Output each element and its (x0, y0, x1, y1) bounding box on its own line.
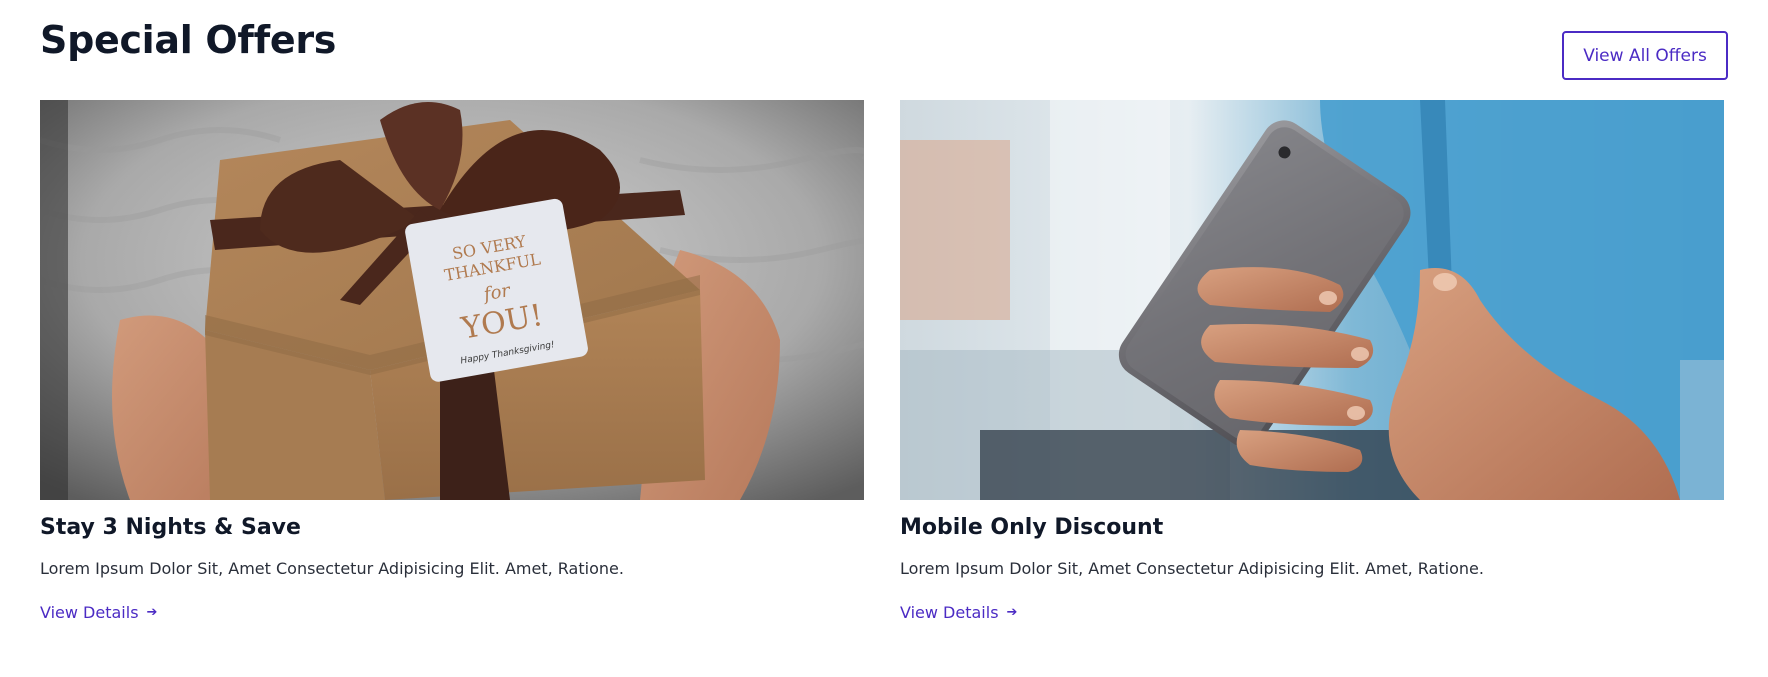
section-title: Special Offers (40, 18, 337, 62)
view-details-label: View Details (40, 603, 139, 622)
offer-title: Mobile Only Discount (900, 515, 1164, 540)
offer-card: SO VERY THANKFUL for YOU! Happy Thanksgi… (40, 100, 864, 622)
offer-title: Stay 3 Nights & Save (40, 515, 301, 540)
offer-image-smartphone[interactable] (900, 100, 1724, 500)
offer-image-gift-box[interactable]: SO VERY THANKFUL for YOU! Happy Thanksgi… (40, 100, 864, 500)
offer-card: Mobile Only Discount Lorem Ipsum Dolor S… (900, 100, 1724, 622)
view-details-link[interactable]: View Details ➔ (900, 603, 1017, 622)
arrow-right-icon: ➔ (146, 605, 158, 620)
offer-description: Lorem Ipsum Dolor Sit, Amet Consectetur … (40, 559, 624, 578)
view-details-label: View Details (900, 603, 999, 622)
offer-description: Lorem Ipsum Dolor Sit, Amet Consectetur … (900, 559, 1484, 578)
view-all-offers-button[interactable]: View All Offers (1562, 31, 1728, 80)
view-details-link[interactable]: View Details ➔ (40, 603, 157, 622)
special-offers-section: Special Offers View All Offers SO VERY T… (40, 0, 1728, 677)
arrow-right-icon: ➔ (1006, 605, 1018, 620)
